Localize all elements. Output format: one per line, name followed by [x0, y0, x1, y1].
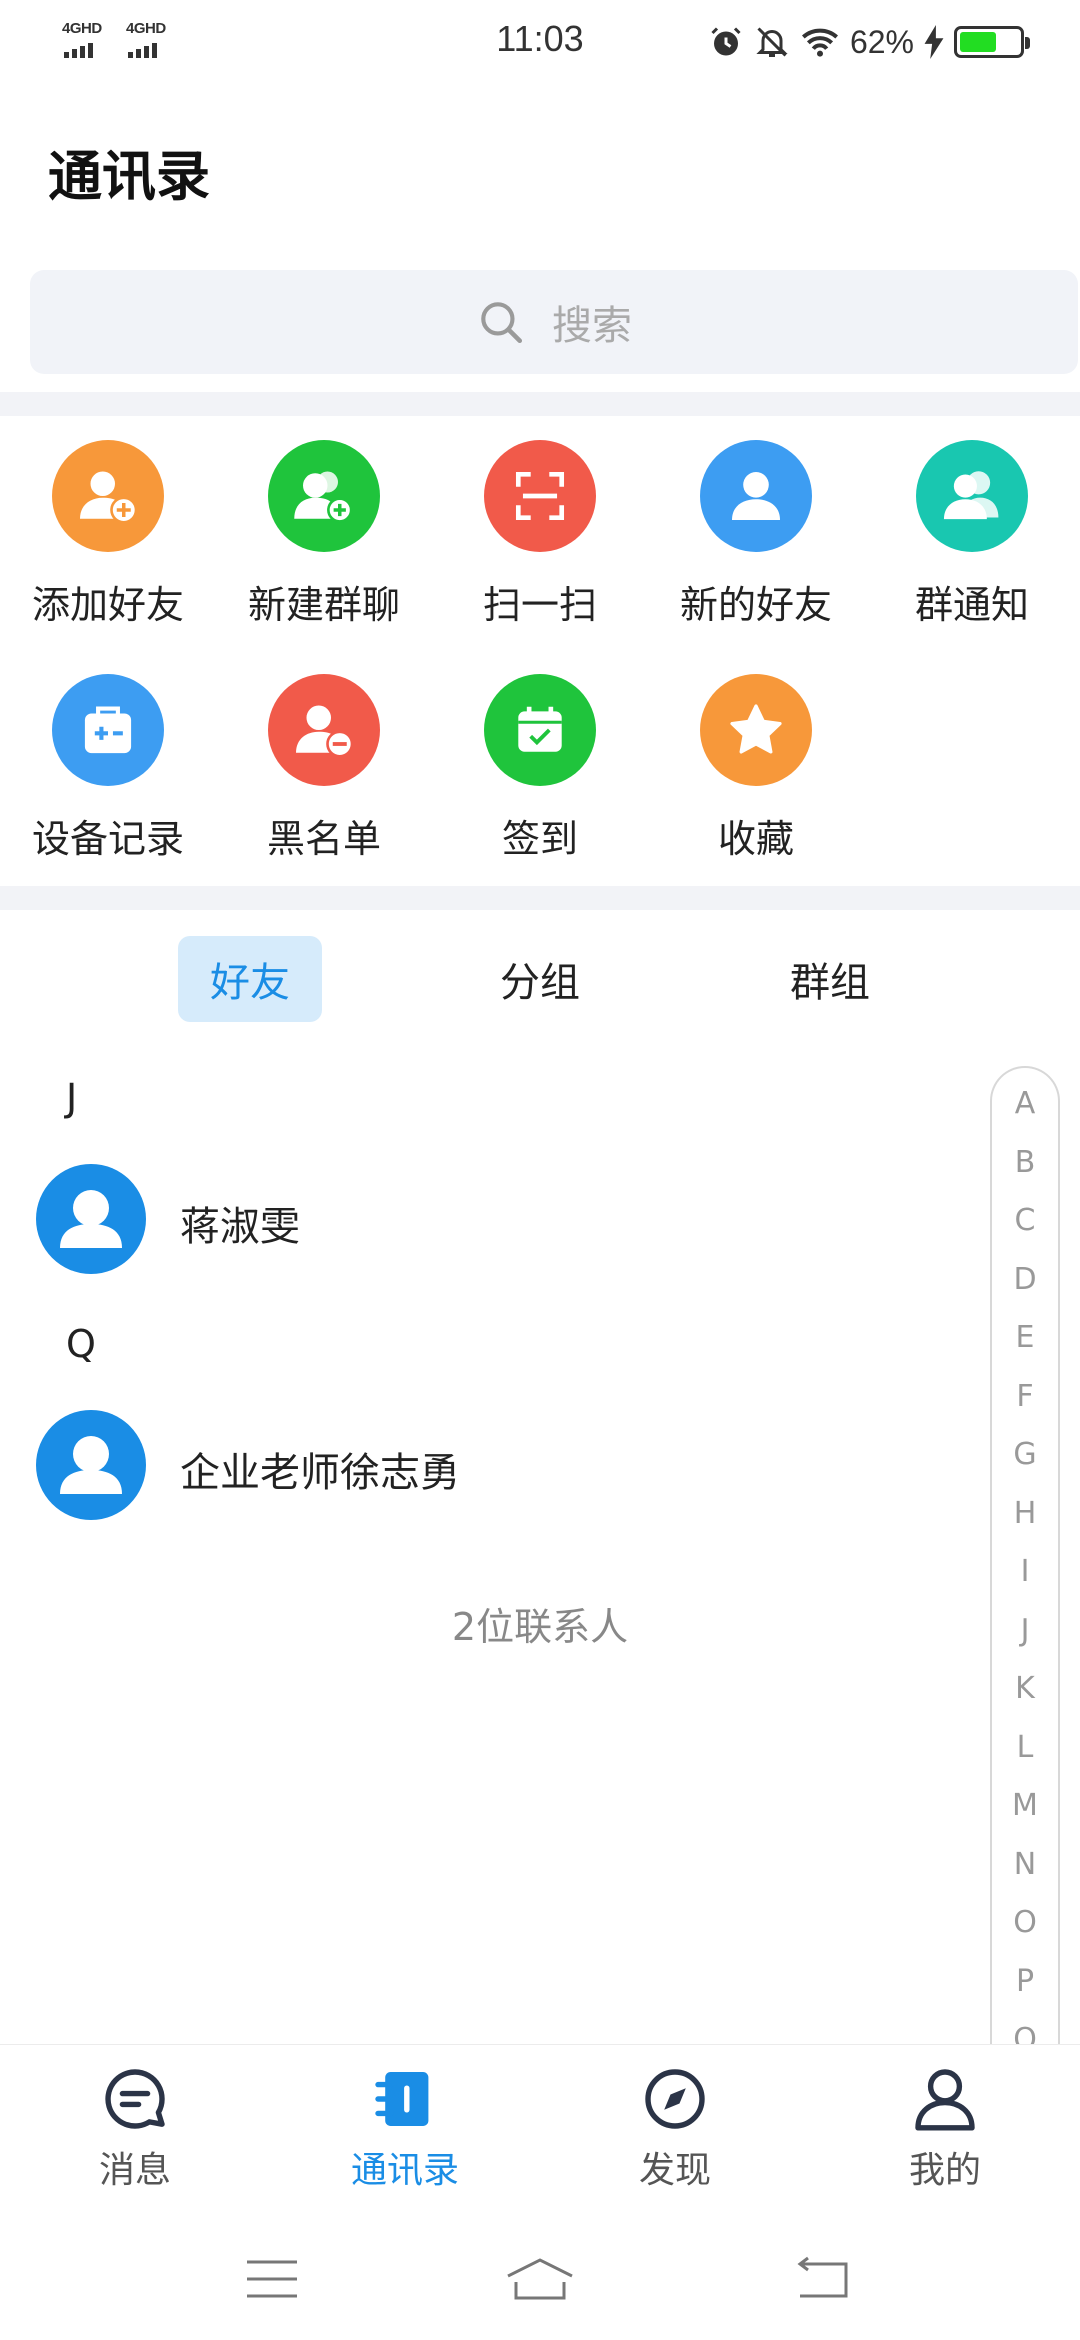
- favorites-icon: [700, 674, 812, 786]
- index-letter[interactable]: D: [992, 1262, 1058, 1297]
- index-letter[interactable]: E: [992, 1320, 1058, 1355]
- add-friend-icon: [52, 440, 164, 552]
- nav-discover[interactable]: 发现: [540, 2063, 810, 2193]
- wifi-icon: [801, 28, 838, 57]
- shortcut-label: 添加好友: [31, 583, 184, 627]
- nav-label: 我的: [908, 2150, 981, 2191]
- alphabet-index-bar[interactable]: ABCDEFGHIJKLMNOPQ: [990, 1066, 1060, 2046]
- index-letter[interactable]: L: [992, 1730, 1058, 1765]
- avatar: [36, 1164, 146, 1274]
- index-letter[interactable]: F: [992, 1379, 1058, 1414]
- contact-name: 蒋淑雯: [180, 1204, 300, 1250]
- check-in-icon: [484, 674, 596, 786]
- shortcut-label: 收藏: [717, 817, 794, 861]
- back-button[interactable]: [772, 2254, 872, 2304]
- nav-label: 消息: [98, 2150, 171, 2191]
- search-icon: [481, 302, 523, 344]
- index-letter[interactable]: P: [992, 1964, 1058, 1999]
- message-icon: [105, 2069, 165, 2129]
- index-letter[interactable]: Q: [992, 2022, 1058, 2046]
- shortcut-label: 黑名单: [266, 817, 381, 861]
- new-friend-button[interactable]: 新的好友: [648, 440, 864, 629]
- charging-icon: [924, 25, 944, 59]
- contact-name: 企业老师徐志勇: [180, 1450, 460, 1496]
- home-button[interactable]: [490, 2254, 590, 2304]
- index-letter[interactable]: O: [992, 1905, 1058, 1940]
- new-friend-icon: [700, 440, 812, 552]
- blacklist-button[interactable]: 黑名单: [216, 674, 432, 863]
- avatar: [36, 1410, 146, 1520]
- new-group-chat-icon: [268, 440, 380, 552]
- tab-friends[interactable]: 好友: [178, 936, 322, 1022]
- shortcut-label: 群通知: [914, 583, 1029, 627]
- list-item[interactable]: 蒋淑雯: [0, 1164, 980, 1274]
- index-letter[interactable]: C: [992, 1203, 1058, 1238]
- shortcut-label: 设备记录: [31, 817, 184, 861]
- battery-percent: 62%: [849, 23, 914, 60]
- nav-contacts[interactable]: 通讯录: [270, 2063, 540, 2193]
- index-letter[interactable]: M: [992, 1788, 1058, 1823]
- scan-icon: [484, 440, 596, 552]
- section-divider: [0, 392, 1080, 416]
- group-notice-button[interactable]: 群通知: [864, 440, 1080, 629]
- group-notice-icon: [916, 440, 1028, 552]
- scan-button[interactable]: 扫一扫: [432, 440, 648, 629]
- alarm-icon: [711, 27, 741, 56]
- nav-profile[interactable]: 我的: [810, 2063, 1080, 2193]
- add-friend-button[interactable]: 添加好友: [0, 440, 216, 629]
- favorites-button[interactable]: 收藏: [648, 674, 864, 863]
- contacts-icon: [375, 2072, 429, 2126]
- system-navigation-bar: [0, 2214, 1080, 2340]
- shortcut-label: 扫一扫: [482, 583, 597, 627]
- nav-label: 通讯录: [350, 2150, 459, 2191]
- section-divider: [0, 886, 1080, 910]
- search-input[interactable]: 搜索: [30, 270, 1078, 374]
- section-letter: J: [66, 1076, 78, 1120]
- nav-messages[interactable]: 消息: [0, 2063, 270, 2193]
- battery-icon: [954, 26, 1030, 58]
- search-placeholder: 搜索: [552, 303, 632, 349]
- blacklist-icon: [268, 674, 380, 786]
- shortcut-label: 新建群聊: [247, 583, 400, 627]
- bottom-nav: 消息 通讯录 发现 我的: [0, 2044, 1080, 2214]
- menu-icon: [247, 2260, 297, 2298]
- list-item[interactable]: 企业老师徐志勇: [0, 1410, 980, 1520]
- index-letter[interactable]: I: [992, 1554, 1058, 1589]
- device-record-button[interactable]: 设备记录: [0, 674, 216, 863]
- new-group-chat-button[interactable]: 新建群聊: [216, 440, 432, 629]
- check-in-button[interactable]: 签到: [432, 674, 648, 863]
- section-letter: Q: [66, 1322, 96, 1366]
- index-letter[interactable]: G: [992, 1437, 1058, 1472]
- index-letter[interactable]: A: [992, 1086, 1058, 1121]
- index-letter[interactable]: N: [992, 1847, 1058, 1882]
- status-bar: 4GHD 4GHD 11:03 62%: [0, 0, 1080, 84]
- menu-button[interactable]: [222, 2254, 322, 2304]
- tab-groups[interactable]: 分组: [468, 936, 612, 1022]
- contact-count: 2位联系人: [451, 1605, 629, 1649]
- index-letter[interactable]: J: [992, 1613, 1058, 1648]
- index-letter[interactable]: K: [992, 1671, 1058, 1706]
- home-icon: [507, 2258, 573, 2300]
- device-record-icon: [52, 674, 164, 786]
- profile-icon: [915, 2069, 975, 2131]
- shortcut-label: 新的好友: [679, 583, 832, 627]
- compass-icon: [645, 2069, 705, 2129]
- shortcut-label: 签到: [501, 817, 578, 861]
- nav-label: 发现: [638, 2150, 711, 2191]
- index-letter[interactable]: B: [992, 1145, 1058, 1180]
- index-letter[interactable]: H: [992, 1496, 1058, 1531]
- back-icon: [797, 2256, 848, 2298]
- tab-group-chats[interactable]: 群组: [758, 936, 902, 1022]
- page-title: 通讯录: [48, 145, 210, 208]
- mute-bell-icon: [756, 27, 788, 57]
